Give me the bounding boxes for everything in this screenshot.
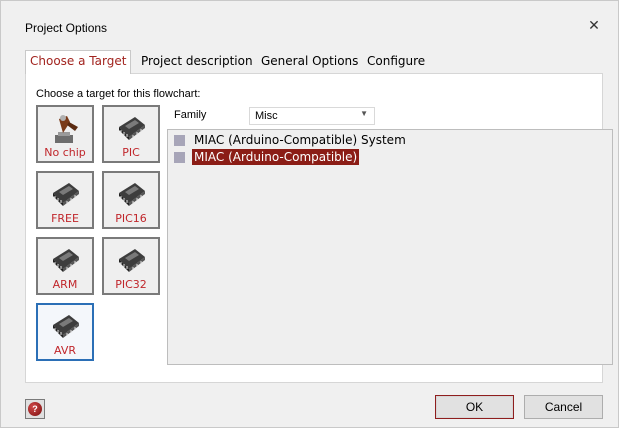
ok-button[interactable]: OK [435, 395, 514, 419]
chip-label: FREE [51, 212, 79, 225]
tab-choose-a-target[interactable]: Choose a Target [25, 50, 132, 74]
device-list[interactable]: MIAC (Arduino-Compatible) System MIAC (A… [167, 129, 613, 365]
chip-label: ARM [52, 278, 78, 291]
choose-target-heading: Choose a target for this flowchart: [36, 88, 201, 100]
device-icon [174, 135, 185, 146]
device-label: MIAC (Arduino-Compatible) System [194, 133, 406, 147]
chip-label: No chip [44, 146, 86, 159]
device-label: MIAC (Arduino-Compatible) [192, 149, 360, 165]
chip-label: PIC16 [115, 212, 147, 225]
family-dropdown-value: Misc [255, 110, 278, 122]
title-bar: Project Options ✕ [1, 1, 618, 37]
tab-general-options[interactable]: General Options [257, 51, 362, 73]
chip-icon [119, 249, 145, 272]
chip-pic32[interactable]: PIC32 [102, 237, 160, 295]
choose-target-panel: Choose a target for this flowchart: No c… [25, 73, 613, 383]
help-button[interactable]: ? [25, 399, 45, 419]
chevron-down-icon: ▼ [360, 109, 368, 118]
chip-arm[interactable]: ARM [36, 237, 94, 295]
project-options-dialog: Project Options ✕ Choose a Target Projec… [0, 0, 619, 428]
close-icon[interactable]: ✕ [586, 17, 602, 33]
device-icon [174, 152, 185, 163]
chip-avr[interactable]: AVR [36, 303, 94, 361]
chip-pic16[interactable]: PIC16 [102, 171, 160, 229]
chip-label: AVR [54, 344, 76, 357]
family-label: Family [174, 109, 207, 121]
chip-pic[interactable]: PIC [102, 105, 160, 163]
chip-free[interactable]: FREE [36, 171, 94, 229]
chip-icon [53, 183, 79, 206]
chip-no-chip[interactable]: No chip [36, 105, 94, 163]
tab-project-description[interactable]: Project description [137, 51, 257, 73]
no-chip-icon [55, 115, 78, 143]
chip-icon [53, 315, 79, 338]
chip-label: PIC32 [115, 278, 147, 291]
help-icon: ? [28, 402, 42, 416]
chip-icon [53, 249, 79, 272]
chip-icon [119, 183, 145, 206]
chip-icon [119, 117, 145, 140]
family-dropdown[interactable]: Misc ▼ [249, 107, 375, 125]
chip-label: PIC [122, 146, 140, 159]
tab-configure[interactable]: Configure [363, 51, 429, 73]
window-title: Project Options [25, 21, 108, 35]
cancel-button[interactable]: Cancel [524, 395, 603, 419]
